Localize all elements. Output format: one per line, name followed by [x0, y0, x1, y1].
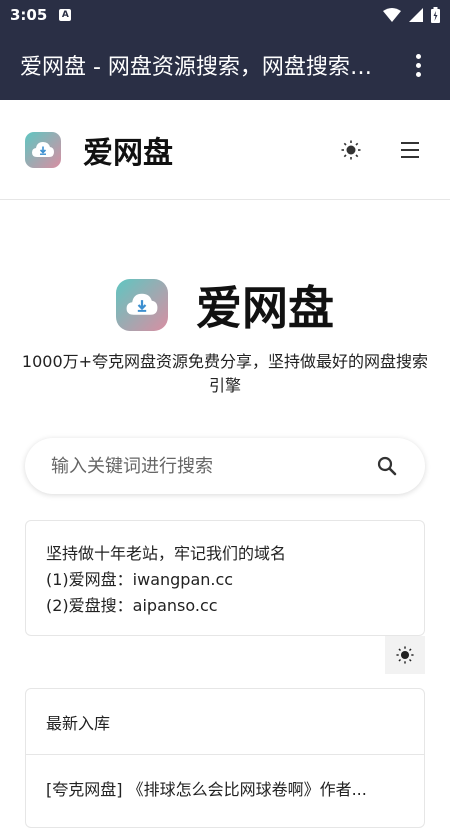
- status-icons: [383, 7, 440, 23]
- floating-theme-toggle-sun-icon[interactable]: [385, 636, 425, 674]
- domain-notice-card: 坚持做十年老站，牢记我们的域名 (1)爱网盘：iwangpan.cc (2)爱盘…: [25, 520, 425, 636]
- hamburger-menu-icon[interactable]: [401, 138, 425, 162]
- logo-icon[interactable]: [25, 131, 61, 168]
- more-options-icon[interactable]: [406, 50, 430, 80]
- app-bar: 爱网盘 - 网盘资源搜索，网盘搜索引擎: [0, 30, 450, 100]
- notice-line: 坚持做十年老站，牢记我们的域名: [46, 544, 287, 563]
- list-item[interactable]: [夸克网盘] 《排球怎么会比网球卷啊》作者...: [26, 755, 424, 821]
- hero-tagline: 1000万+夸克网盘资源免费分享，坚持做最好的网盘搜索引擎: [21, 352, 429, 395]
- latest-header: 最新入库: [26, 689, 424, 755]
- notice-line: (2)爱盘搜：aipanso.cc: [46, 596, 218, 615]
- app-bar-title: 爱网盘 - 网盘资源搜索，网盘搜索引擎: [20, 55, 390, 80]
- search-box: [25, 438, 425, 494]
- list-item-title[interactable]: [夸克网盘] 《排球怎么会比网球卷啊》作者...: [46, 776, 386, 800]
- notice-line: (1)爱网盘：iwangpan.cc: [46, 570, 234, 589]
- search-icon[interactable]: [375, 454, 399, 478]
- site-header: 爱网盘: [0, 100, 450, 200]
- hero-title: 爱网盘: [196, 281, 334, 335]
- hero-logo-icon: [116, 279, 168, 331]
- notification-a-icon: A: [59, 9, 72, 21]
- signal-icon: [409, 8, 423, 22]
- brand-name[interactable]: 爱网盘: [83, 128, 173, 172]
- hero: 爱网盘: [0, 270, 450, 340]
- status-bar: 3:05 A: [0, 0, 450, 30]
- theme-toggle-sun-icon[interactable]: [339, 138, 363, 162]
- status-time: 3:05: [10, 6, 48, 24]
- search-input[interactable]: [51, 455, 375, 477]
- battery-icon: [431, 7, 440, 23]
- latest-card: 最新入库 [夸克网盘] 《排球怎么会比网球卷啊》作者...: [25, 688, 425, 828]
- wifi-icon: [383, 8, 401, 22]
